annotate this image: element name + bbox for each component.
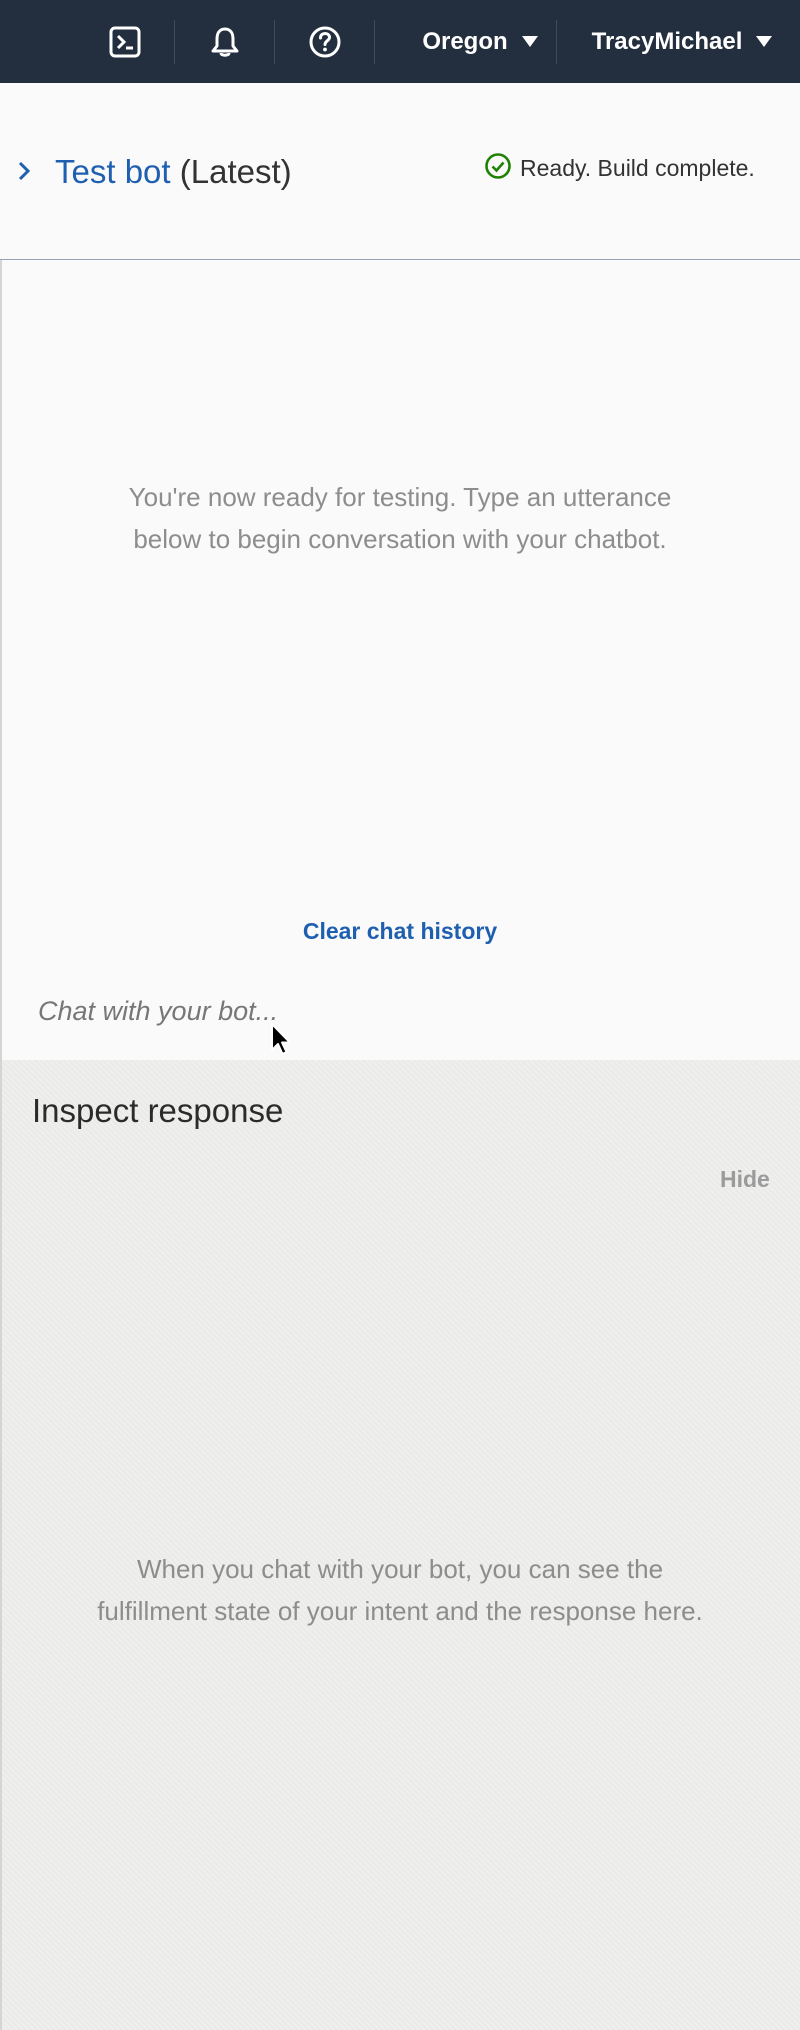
version-label: (Latest) (179, 153, 292, 190)
hide-button[interactable]: Hide (720, 1166, 770, 1193)
inspect-message-line: fulfillment state of your intent and the… (97, 1596, 703, 1626)
region-label: Oregon (422, 27, 508, 55)
chevron-right-icon[interactable] (12, 158, 38, 184)
top-navigation-bar: Oregon TracyMichael (0, 0, 800, 83)
divider (374, 20, 375, 64)
inspect-empty-message: When you chat with your bot, you can see… (0, 1548, 800, 1632)
cloudshell-icon[interactable] (100, 0, 150, 83)
divider (274, 20, 275, 64)
clear-chat-history-link[interactable]: Clear chat history (0, 918, 800, 945)
region-selector[interactable]: Oregon (400, 0, 560, 83)
account-menu[interactable]: TracyMichael (582, 0, 782, 83)
page-title: Test bot (Latest) (55, 150, 292, 194)
status-text: Ready. Build complete. (520, 155, 755, 181)
test-bot-title-link[interactable]: Test bot (55, 153, 171, 190)
ready-message-line: You're now ready for testing. Type an ut… (128, 482, 672, 512)
divider (556, 20, 557, 64)
chat-input[interactable] (36, 988, 780, 1034)
inspect-response-panel (2, 1060, 800, 2030)
divider (174, 20, 175, 64)
help-icon[interactable] (300, 0, 350, 83)
ready-message-line: below to begin conversation with your ch… (133, 524, 667, 554)
ready-message: You're now ready for testing. Type an ut… (0, 476, 800, 560)
inspect-response-title: Inspect response (32, 1092, 284, 1129)
caret-down-icon (756, 36, 773, 47)
build-status: Ready. Build complete. (484, 152, 755, 185)
bell-icon[interactable] (200, 0, 250, 83)
check-circle-icon (484, 152, 512, 185)
caret-down-icon (521, 36, 538, 47)
username-label: TracyMichael (591, 27, 743, 55)
inspect-message-line: When you chat with your bot, you can see… (136, 1554, 664, 1584)
mouse-pointer-icon (270, 1022, 294, 1058)
